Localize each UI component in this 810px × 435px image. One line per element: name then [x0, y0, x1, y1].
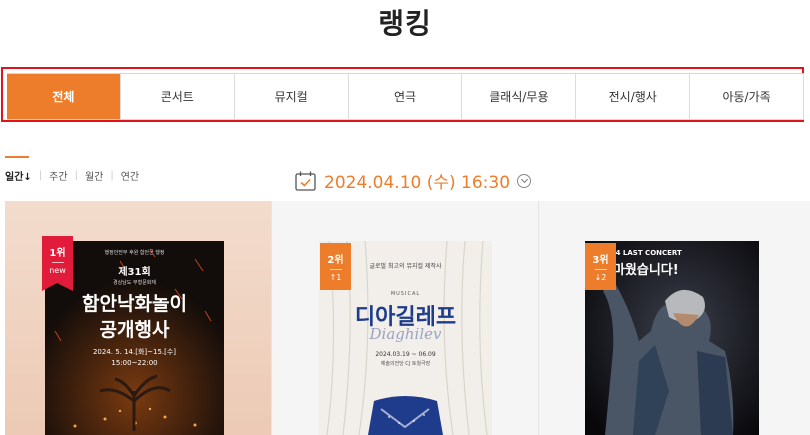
rank-badge: 2위 ↑1 [320, 243, 351, 290]
rank-change: ↓2 [594, 273, 607, 282]
chevron-down-icon[interactable] [517, 173, 532, 188]
ranking-card-1[interactable]: 행정안전부 후원 함안군 행정 제31회 경상남도 무형문화재 함안낙화놀이 공… [5, 201, 271, 435]
tab-concert[interactable]: 콘서트 [119, 74, 234, 119]
rank-badge: 1위 new [42, 236, 73, 291]
period-yearly[interactable]: 연간 [114, 168, 146, 183]
ranking-list: 행정안전부 후원 함안군 행정 제31회 경상남도 무형문화재 함안낙화놀이 공… [5, 201, 810, 435]
poster-date: 2024.03.19 ~ 06.09 [375, 351, 436, 358]
calendar-icon[interactable] [295, 171, 316, 191]
tab-musical[interactable]: 뮤지컬 [233, 74, 348, 119]
poster-title-2: 공개행사 [99, 319, 170, 341]
tab-classic-dance[interactable]: 클래식/무용 [461, 74, 576, 119]
poster-venue: 예술의전당 CJ 토월극장 [380, 361, 431, 367]
rank-badge: 3위 ↓2 [585, 243, 616, 290]
rank-number: 2위 [327, 255, 344, 266]
tab-kids-family[interactable]: 아동/가족 [689, 74, 805, 119]
period-weekly[interactable]: 주간 [42, 168, 74, 183]
poster-script-title: Diaghilev [369, 325, 442, 343]
rank-change: ↑1 [329, 273, 342, 282]
poster-date: 2024. 5. 14.[화]~15.[수] [92, 348, 177, 356]
category-tabs: 전체 콘서트 뮤지컬 연극 클래식/무용 전시/행사 아동/가족 [7, 73, 805, 120]
ranking-card-3[interactable]: 2024 LAST CONCERT 고마웠습니다! 3위 ↓2 [538, 201, 810, 435]
tab-exhibition-event[interactable]: 전시/행사 [575, 74, 690, 119]
page-title: 랭킹 [378, 7, 432, 40]
rank-number: 1위 [49, 248, 66, 259]
ranking-date: 2024.04.10 (수) 16:30 [324, 173, 511, 193]
rank-change: new [49, 266, 66, 275]
ranking-card-2[interactable]: 글로벌 최고의 뮤지컬 제작사 MUSICAL 디아길레프 Diaghilev … [271, 201, 538, 435]
tab-all[interactable]: 전체 [7, 74, 120, 119]
tab-play[interactable]: 연극 [347, 74, 462, 119]
rank-number: 3위 [592, 255, 609, 266]
period-monthly[interactable]: 월간 [78, 168, 110, 183]
date-display: 2024.04.10 (수) 16:30 [295, 168, 532, 193]
period-selector: 일간↓ | 주간 | 월간 | 연간 [5, 156, 146, 183]
poster-label: MUSICAL [390, 291, 421, 297]
poster-time: 15:00~22:00 [111, 359, 158, 367]
poster-title: 함안낙화놀이 [82, 293, 187, 315]
period-daily[interactable]: 일간↓ [5, 156, 39, 183]
